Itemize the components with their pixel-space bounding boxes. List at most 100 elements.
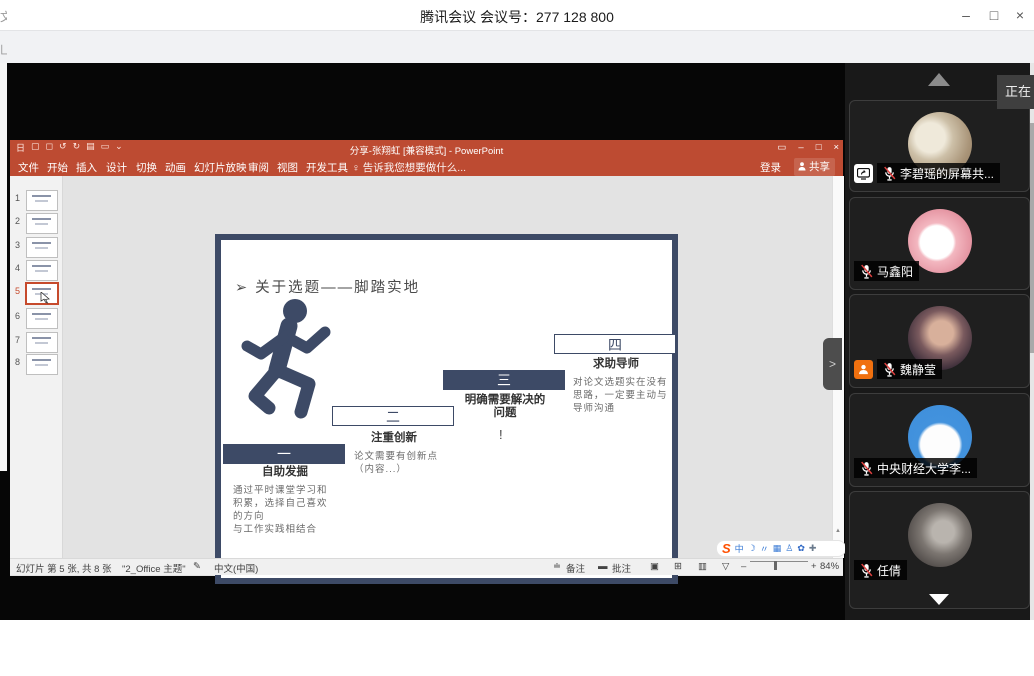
- minimize-button[interactable]: –: [954, 3, 978, 27]
- tab-insert[interactable]: 插入: [76, 160, 97, 175]
- participant-tile[interactable]: 李碧瑶的屏幕共...: [849, 100, 1030, 192]
- participant-tile[interactable]: 中央财经大学李...: [849, 393, 1030, 487]
- participant-tile[interactable]: 马鑫阳: [849, 197, 1030, 290]
- close-button[interactable]: ×: [1008, 3, 1032, 27]
- slide-thumbnail-panel: 1 2 3 4 5 6 7 8: [10, 176, 63, 558]
- screen-share-icon: [854, 164, 873, 183]
- chinese-mode-icon[interactable]: 中: [735, 542, 744, 555]
- mic-muted-icon: [860, 563, 873, 578]
- ppt-window-controls: ▭ – □ ×: [777, 142, 839, 153]
- ppt-close-button[interactable]: ×: [833, 142, 839, 153]
- ppt-window-title: 分享-张翔虹 [兼容模式] - PowerPoint: [10, 143, 843, 157]
- step-3-exclamation: !: [499, 428, 511, 441]
- punctuation-icon[interactable]: 〃: [760, 542, 769, 555]
- slide-5-content[interactable]: ➢ 关于选题——脚踏实地 一 自助发掘 通过平时课堂学习和 积累，选择自己喜: [215, 234, 678, 584]
- account-icon[interactable]: ♙: [785, 543, 793, 554]
- tab-transitions[interactable]: 切换: [136, 160, 157, 175]
- ppt-login-button[interactable]: 登录: [760, 160, 781, 175]
- background-window-sliver: [0, 63, 7, 471]
- slide-thumb-1[interactable]: 1: [10, 189, 62, 211]
- tab-slideshow[interactable]: 幻灯片放映: [194, 160, 247, 175]
- full-half-width-icon[interactable]: ☽: [748, 543, 756, 554]
- tencent-meeting-window: 腾讯会议 会议号：277 128 800 – □ × 文 凵 01:06:36: [0, 0, 1034, 676]
- notes-icon: ≐: [553, 561, 561, 572]
- speaking-tooltip: 正在: [997, 75, 1034, 109]
- ppt-maximize-button[interactable]: □: [816, 142, 822, 153]
- tab-view[interactable]: 视图: [277, 160, 298, 175]
- zoom-in-button[interactable]: +: [811, 561, 817, 572]
- zoom-slider-handle[interactable]: [774, 561, 777, 570]
- scroll-up-arrow[interactable]: [928, 73, 950, 86]
- maximize-button[interactable]: □: [982, 3, 1006, 27]
- slide-title: ➢ 关于选题——脚踏实地: [235, 276, 420, 297]
- slide-thumb-2[interactable]: 2: [10, 212, 62, 234]
- normal-view-icon[interactable]: ▣: [650, 561, 659, 572]
- participants-panel: 正在 李碧瑶的屏幕共... 马鑫阳 魏: [845, 63, 1034, 620]
- sogou-ime-bar[interactable]: S 中 ☽ 〃 ▦ ♙ ✿ ✚: [716, 540, 846, 557]
- background-window-fragment: 文: [0, 8, 7, 25]
- tab-review[interactable]: 审阅: [248, 160, 269, 175]
- meeting-title: 腾讯会议 会议号：277 128 800: [0, 7, 1034, 27]
- language-indicator[interactable]: 中文(中国): [214, 561, 258, 575]
- host-badge-icon: [854, 360, 873, 379]
- step-2-body: 论文需要有创新点 （内容...）: [354, 450, 454, 476]
- skin-icon[interactable]: ✿: [797, 543, 805, 554]
- ppt-titlebar: 日 ▢ ◻ ↺ ↻ ▤ ▭ ⌄ 分享-张翔虹 [兼容模式] - PowerPoi…: [10, 140, 843, 157]
- slide-counter: 幻灯片 第 5 张, 共 8 张: [16, 561, 112, 575]
- avatar: [908, 503, 972, 567]
- participants-scrollbar[interactable]: [1030, 63, 1034, 620]
- tell-me-box[interactable]: ♀ 告诉我您想要做什么...: [352, 160, 466, 175]
- zoom-slider-track[interactable]: [750, 561, 808, 562]
- sogou-logo: S: [722, 541, 731, 556]
- comments-button[interactable]: 批注: [612, 561, 631, 575]
- step-1-heading: 自助发掘: [233, 466, 337, 479]
- mic-muted-icon: [883, 166, 896, 181]
- reading-view-icon[interactable]: ▥: [698, 561, 707, 572]
- step-2-heading: 注重创新: [342, 432, 446, 445]
- ppt-status-bar: 幻灯片 第 5 张, 共 8 张 "2_Office 主题" ✎ 中文(中国) …: [10, 558, 843, 575]
- ppt-display-settings-icon[interactable]: ▭: [777, 142, 786, 153]
- participant-tile[interactable]: 魏静莹: [849, 294, 1030, 388]
- comments-icon: ▬: [598, 561, 608, 572]
- step-4-bar: 四: [554, 334, 676, 354]
- zoom-level[interactable]: 84%: [820, 561, 839, 572]
- slide-thumb-8[interactable]: 8: [10, 353, 62, 375]
- video-panel-toggle-handle[interactable]: >: [823, 338, 842, 390]
- participant-name: 李碧瑶的屏幕共...: [900, 165, 994, 182]
- slideshow-view-icon[interactable]: ▽: [722, 561, 729, 572]
- meeting-toolbar-top: 凵 01:06:36: [0, 30, 1034, 64]
- step-1-bar: 一: [223, 444, 345, 464]
- step-2-bar: 二: [332, 406, 454, 426]
- participant-tile[interactable]: 任倩: [849, 491, 1030, 609]
- step-4-body: 对论文选题实在没有 思路，一定要主动与 导师沟通: [573, 376, 673, 415]
- step-1-body: 通过平时课堂学习和 积累，选择自己喜欢 的方向 与工作实践相结合: [233, 484, 329, 536]
- tab-animations[interactable]: 动画: [165, 160, 186, 175]
- tab-file[interactable]: 文件: [18, 160, 39, 175]
- soft-keyboard-icon[interactable]: ▦: [773, 543, 782, 554]
- spellcheck-icon[interactable]: ✎: [193, 561, 201, 572]
- tab-design[interactable]: 设计: [106, 160, 127, 175]
- slide-sorter-icon[interactable]: ⊞: [674, 561, 682, 572]
- ppt-ribbon-tabs: 文件 开始 插入 设计 切换 动画 幻灯片放映 审阅 视图 开发工具 ♀ 告诉我…: [10, 157, 843, 176]
- slide-thumb-3[interactable]: 3: [10, 236, 62, 258]
- meeting-bottom-toolbar: 解除静音 开启视频 共享屏幕: [0, 620, 1034, 676]
- participant-name: 任倩: [877, 562, 901, 579]
- background-window-fragment: 凵: [0, 41, 7, 58]
- ppt-share-button[interactable]: 共享: [794, 158, 835, 176]
- zoom-out-button[interactable]: –: [741, 561, 746, 572]
- step-3-bar: 三: [443, 370, 565, 390]
- mic-muted-icon: [883, 362, 896, 377]
- scroll-down-arrow[interactable]: [929, 594, 949, 605]
- toolbox-icon[interactable]: ✚: [809, 543, 817, 554]
- ppt-minimize-button[interactable]: –: [798, 142, 803, 153]
- mouse-cursor-icon: [40, 292, 50, 304]
- slide-thumb-7[interactable]: 7: [10, 331, 62, 353]
- slide-thumb-4[interactable]: 4: [10, 259, 62, 281]
- slide-thumb-5-selected[interactable]: 5: [10, 282, 62, 304]
- slide-thumb-6[interactable]: 6: [10, 307, 62, 329]
- tab-developer[interactable]: 开发工具: [306, 160, 348, 175]
- window-titlebar: 腾讯会议 会议号：277 128 800 – □ × 文: [0, 0, 1034, 30]
- notes-button[interactable]: 备注: [566, 561, 585, 575]
- tab-home[interactable]: 开始: [47, 160, 68, 175]
- step-4-heading: 求助导师: [564, 358, 668, 371]
